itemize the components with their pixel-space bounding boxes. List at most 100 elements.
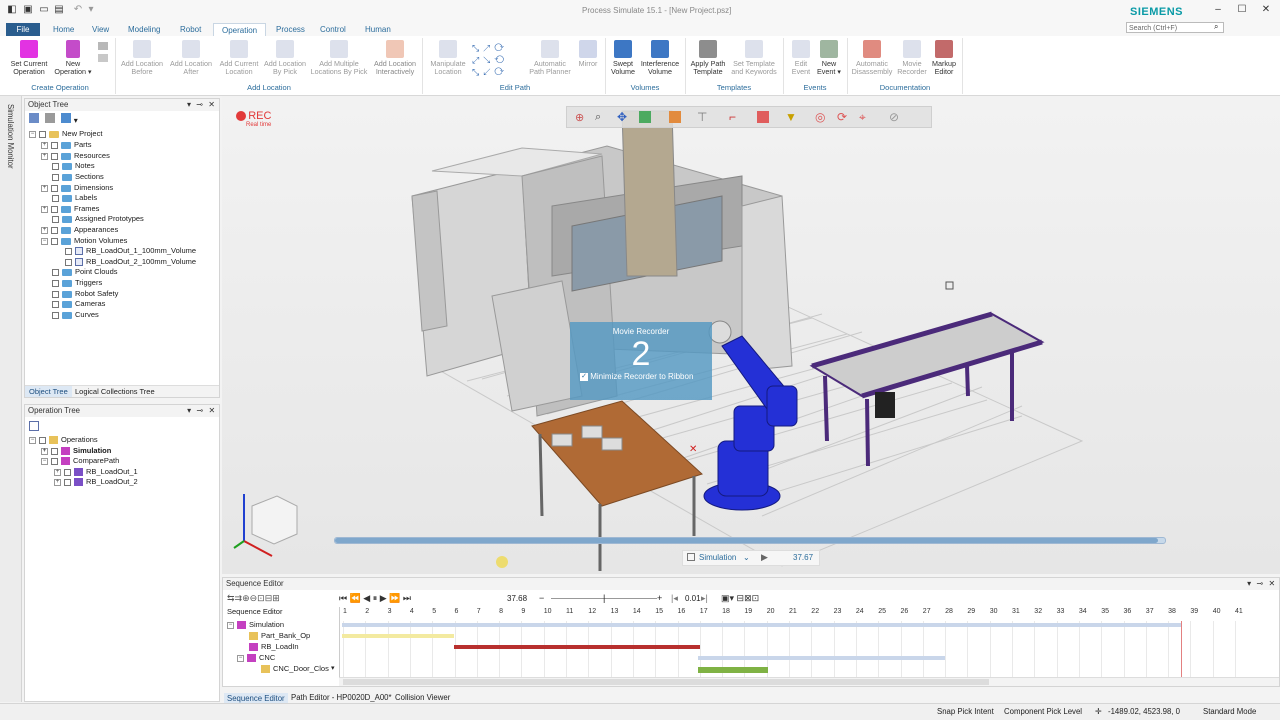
add-location-by-pick-button[interactable]: Add Location By Pick <box>262 40 308 84</box>
tab-logical-collections[interactable]: Logical Collections Tree <box>75 387 155 396</box>
add-location-interactively-button[interactable]: Add Location Interactively <box>371 40 419 84</box>
automatic-disassembly-button[interactable]: Automatic Disassembly <box>850 40 894 84</box>
op-item-comparepath[interactable]: − ComparePath <box>41 456 119 466</box>
panel-close-icon[interactable]: ✕ <box>208 405 215 417</box>
operation-tree-tool-icon[interactable] <box>29 421 39 431</box>
measure-icon[interactable]: ◎ <box>815 110 825 124</box>
simulation-monitor-tab[interactable]: Simulation Monitor <box>6 104 15 169</box>
tree-options-icon[interactable] <box>61 113 72 123</box>
tab-modeling[interactable]: Modeling <box>120 23 168 36</box>
automatic-path-planner-button[interactable]: Automatic Path Planner <box>526 40 574 84</box>
mirror-button[interactable]: Mirror <box>574 40 602 84</box>
open-icon[interactable]: ▭ <box>38 4 50 16</box>
horizontal-scrollbar[interactable] <box>339 677 1279 686</box>
playback-controls[interactable]: ⏮ ⏪ ◀ ⏸ ▶ ⏩ ⏭ <box>339 593 411 604</box>
step-left-icon[interactable]: |◂ <box>671 593 678 604</box>
tree-item-volume-1[interactable]: RB_LoadOut_1_100mm_Volume <box>65 246 196 256</box>
snap-pick-intent[interactable]: Snap Pick Intent <box>937 707 994 716</box>
close-icon[interactable]: ✕ <box>1260 4 1272 16</box>
panel-menu-icon[interactable]: ▾ <box>187 99 191 111</box>
hide-icon[interactable]: ⊘ <box>889 110 899 124</box>
tree-item-volume-2[interactable]: RB_LoadOut_2_100mm_Volume <box>65 257 196 267</box>
tree-item-curves[interactable]: Curves <box>52 310 99 320</box>
tree-item-point-clouds[interactable]: Point Clouds <box>52 267 118 277</box>
gantt-bar-simulation[interactable] <box>342 623 1182 627</box>
edit-event-button[interactable]: Edit Event <box>786 40 816 84</box>
panel-close-icon[interactable]: ✕ <box>1268 578 1275 590</box>
render-mode-icon[interactable] <box>639 111 651 123</box>
tab-view[interactable]: View <box>84 23 117 36</box>
tree-item-sections[interactable]: Sections <box>52 172 104 182</box>
seq-row-cnc-door[interactable]: CNC_Door_Clos <box>261 664 331 674</box>
tree-item-resources[interactable]: + Resources <box>41 151 110 161</box>
gantt-bar-cnc-door[interactable] <box>698 667 768 673</box>
row-scroll-icon[interactable]: ▾ <box>331 664 335 672</box>
tree-item-assigned-prototypes[interactable]: Assigned Prototypes <box>52 214 144 224</box>
tab-operation[interactable]: Operation <box>213 23 267 36</box>
view-cube-icon[interactable] <box>669 111 681 123</box>
slider-thumb[interactable]: | <box>603 593 605 603</box>
zoom-icon[interactable]: ⊕ <box>575 111 584 124</box>
small-op-icon[interactable] <box>98 42 108 50</box>
panel-menu-icon[interactable]: ▾ <box>1247 578 1251 590</box>
tree-item-robot-safety[interactable]: Robot Safety <box>52 289 118 299</box>
seq-row-cnc[interactable]: − CNC <box>237 653 275 663</box>
add-current-location-button[interactable]: Add Current Location <box>216 40 262 84</box>
folder-icon[interactable]: ▤ <box>53 4 65 16</box>
zoom-fit-icon[interactable]: ⌕ <box>595 111 601 124</box>
pick-icon[interactable]: ⟳ <box>837 110 847 124</box>
tree-item-cameras[interactable]: Cameras <box>52 299 105 309</box>
axis-icon[interactable]: ⊤ <box>697 110 707 124</box>
tab-object-tree[interactable]: Object Tree <box>25 386 72 397</box>
tree-item-notes[interactable]: Notes <box>52 161 95 171</box>
manipulate-location-button[interactable]: Manipulate Location <box>426 40 470 84</box>
tree-filter-icon[interactable] <box>29 113 39 123</box>
tab-file[interactable]: File <box>6 23 40 36</box>
tree-root[interactable]: − New Project <box>29 129 102 139</box>
set-template-keywords-button[interactable]: Set Template and Keywords <box>728 40 780 84</box>
op-item-rb-loadout-1[interactable]: + RB_LoadOut_1 <box>54 467 138 477</box>
gantt-bar-rb-loadin[interactable] <box>454 645 700 649</box>
markup-editor-button[interactable]: Markup Editor <box>928 40 960 84</box>
timeline-cursor[interactable] <box>1181 621 1182 677</box>
search-input[interactable]: Search (Ctrl+F) <box>1126 22 1224 33</box>
3d-viewport[interactable]: ✕ ⊕ ⌕ ✥ ⊤ ⌐ ▼ ◎ ⟳ ⌖ ⊘ REC Real time Movi… <box>222 96 1280 574</box>
snap-icon[interactable]: ⌐ <box>729 110 736 124</box>
apply-path-template-button[interactable]: Apply Path Template <box>688 40 728 84</box>
swept-volume-button[interactable]: Swept Volume <box>607 40 639 84</box>
tree-collapse-icon[interactable] <box>45 113 56 123</box>
section-icon[interactable] <box>757 111 769 123</box>
add-location-after-button[interactable]: Add Location After <box>168 40 214 84</box>
pin-icon[interactable]: ⊸ <box>1256 578 1263 590</box>
seq-row-part-bank[interactable]: Part_Bank_Op <box>249 631 310 641</box>
increase-icon[interactable]: + <box>657 593 662 603</box>
chevron-down-icon[interactable]: ⌄ <box>743 553 750 562</box>
tree-item-frames[interactable]: + Frames <box>41 204 99 214</box>
mark-icon[interactable]: ⌖ <box>859 110 866 125</box>
seq-row-rb-loadin[interactable]: RB_LoadIn <box>249 642 299 652</box>
search-icon[interactable]: ⌕ <box>1214 22 1218 32</box>
tab-process[interactable]: Process <box>268 23 313 36</box>
tree-item-labels[interactable]: Labels <box>52 193 97 203</box>
add-multiple-locations-button[interactable]: Add Multiple Locations By Pick <box>310 40 368 84</box>
simulation-progress-track[interactable] <box>334 537 1166 544</box>
filter-icon[interactable]: ▼ <box>785 110 797 124</box>
movie-recorder-button[interactable]: Movie Recorder <box>894 40 930 84</box>
tree-item-dimensions[interactable]: + Dimensions <box>41 183 113 193</box>
new-event-button[interactable]: New Event ▾ <box>814 40 844 84</box>
step-right-icon[interactable]: ▸| <box>701 593 708 604</box>
quick-access-dropdown-icon[interactable]: ▾ <box>85 4 97 16</box>
component-pick-level[interactable]: Component Pick Level <box>1004 707 1082 716</box>
minimize-recorder-option[interactable]: ✓ Minimize Recorder to Ribbon <box>570 372 712 381</box>
seq-row-simulation[interactable]: − Simulation <box>227 620 284 630</box>
decrease-icon[interactable]: − <box>539 593 544 603</box>
maximize-icon[interactable]: ☐ <box>1236 4 1248 16</box>
tree-item-triggers[interactable]: Triggers <box>52 278 102 288</box>
tab-home[interactable]: Home <box>45 23 82 36</box>
tree-item-appearances[interactable]: + Appearances <box>41 225 118 235</box>
undo-icon[interactable]: ↶ <box>72 4 84 16</box>
record-tools-icons[interactable]: ▣▾ ⊟⊠⊡ <box>721 593 759 604</box>
edit-path-small-icons[interactable]: ⤡↗⟳ ⤢↘⟲ ⤡↙⟳ <box>472 42 524 78</box>
minimize-icon[interactable]: – <box>1212 4 1224 16</box>
play-icon[interactable]: ▶ <box>761 552 768 563</box>
